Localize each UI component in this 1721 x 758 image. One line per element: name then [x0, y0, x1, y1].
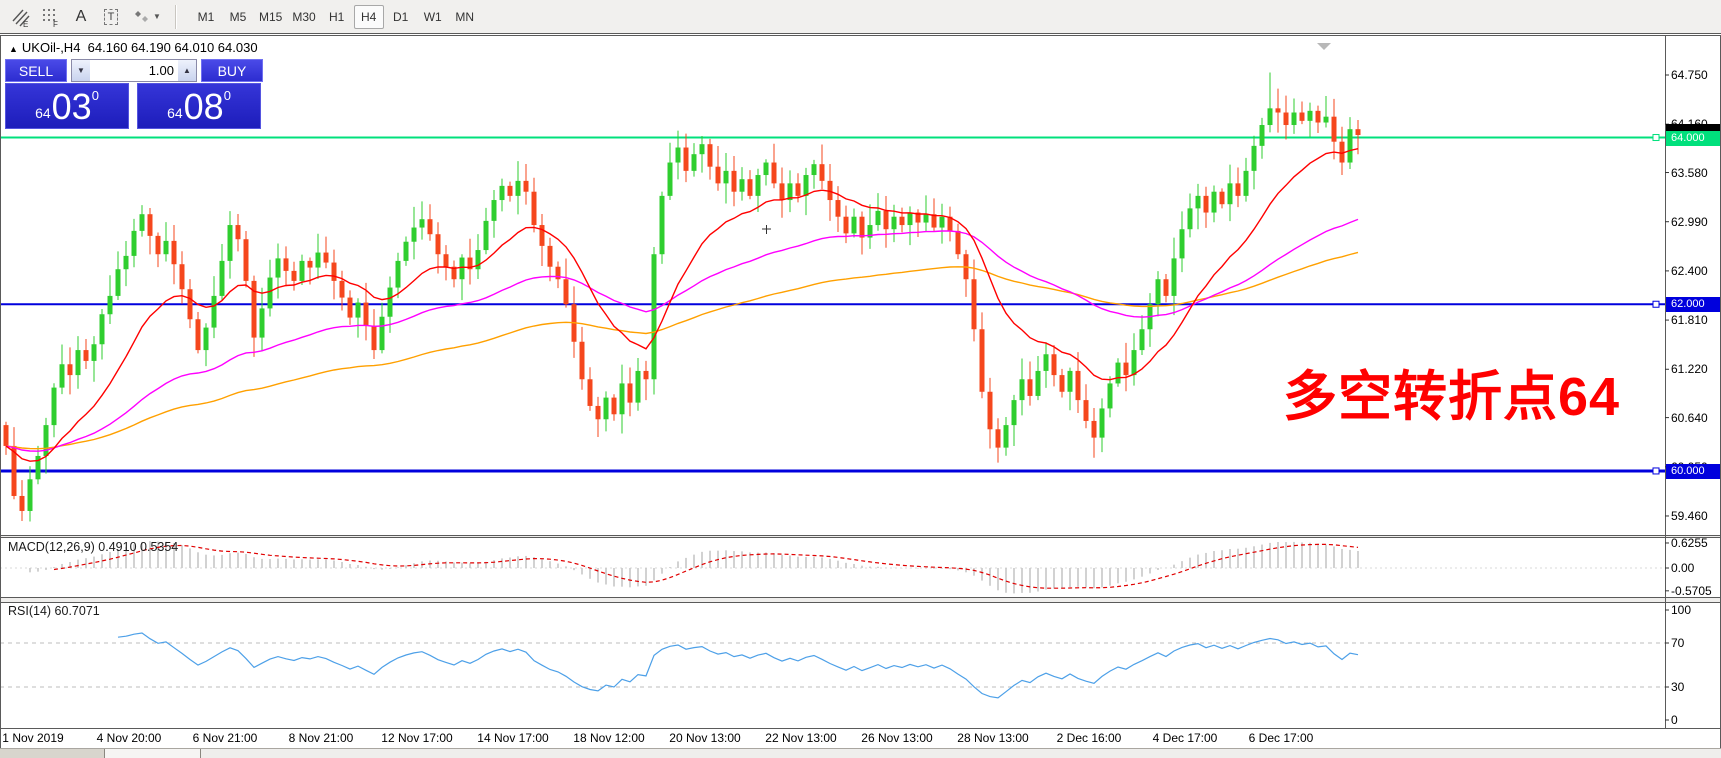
price-tick-61.220: 61.220 — [1671, 362, 1708, 377]
time-tick: 6 Nov 21:00 — [192, 731, 258, 745]
text-box-tool-icon[interactable]: T — [97, 4, 125, 30]
price-tick-63.580: 63.580 — [1671, 165, 1708, 180]
one-click-trading-panel: SELL ▼ ▲ BUY 64 03 0 64 08 0 — [5, 59, 263, 129]
volume-decrease-button[interactable]: ▼ — [72, 60, 90, 81]
buy-button[interactable]: BUY — [201, 59, 263, 82]
time-tick: 26 Nov 13:00 — [861, 731, 933, 745]
price-tick-62.400: 62.400 — [1671, 263, 1708, 278]
volume-increase-button[interactable]: ▲ — [178, 60, 196, 81]
timeframe-m15[interactable]: M15 — [255, 5, 286, 29]
chart-text-annotation[interactable]: 多空转折点64 — [1283, 352, 1620, 431]
mt4-window: E F A T ▼ M1 M5 M15 M30 H1 H4 D1 W1 MN ▲ UKOil-,H… — [0, 0, 1721, 758]
macd-tick-low: -0.5705 — [1671, 583, 1712, 598]
text-label-tool-icon[interactable]: A — [67, 4, 95, 30]
sell-button[interactable]: SELL — [5, 59, 67, 82]
toolbar: E F A T ▼ M1 M5 M15 M30 H1 H4 D1 W1 MN — [0, 0, 1721, 34]
hline-price-tag-64.000: 64.000 — [1666, 130, 1720, 146]
rsi-label: RSI(14) 60.7071 — [8, 604, 100, 618]
time-axis[interactable]: 1 Nov 2019 4 Nov 20:00 6 Nov 21:00 8 Nov 21… — [0, 728, 1665, 748]
sell-price-main: 03 — [51, 86, 92, 127]
ohlc-values: 64.160 64.190 64.010 64.030 — [87, 40, 258, 55]
chevron-down-icon: ▼ — [153, 12, 161, 21]
buy-price-box[interactable]: 64 08 0 — [137, 83, 261, 129]
price-tick-64.750: 64.750 — [1671, 68, 1708, 82]
time-tick: 18 Nov 12:00 — [573, 731, 645, 745]
text-box-glyph: T — [103, 8, 119, 25]
svg-text:E: E — [23, 20, 28, 28]
chart-title: ▲ UKOil-,H4 64.160 64.190 64.010 64.030 — [9, 40, 258, 55]
toolbar-separator — [175, 4, 177, 29]
fibonacci-grid-tool-icon[interactable]: F — [37, 4, 65, 30]
sell-price-box[interactable]: 64 03 0 — [5, 83, 129, 129]
rsi-tick-0: 0 — [1671, 713, 1678, 727]
time-tick: 2 Dec 16:00 — [1056, 731, 1122, 745]
status-strip-segment-1 — [0, 749, 105, 758]
timeframe-m1[interactable]: M1 — [191, 5, 221, 29]
buy-price-sup: 0 — [223, 88, 231, 103]
price-tick-62.990: 62.990 — [1671, 214, 1708, 229]
time-tick: 1 Nov 2019 — [2, 731, 64, 745]
macd-tick-zero: 0.00 — [1671, 561, 1695, 575]
buy-price-prefix: 64 — [167, 105, 183, 121]
rsi-tick-70: 70 — [1671, 636, 1685, 650]
status-strip — [0, 748, 1721, 758]
time-tick: 28 Nov 13:00 — [957, 731, 1029, 745]
time-tick: 4 Dec 17:00 — [1152, 731, 1218, 745]
time-tick: 4 Nov 20:00 — [96, 731, 162, 745]
elliott-wave-tool-icon[interactable]: E — [7, 4, 35, 30]
symbol-up-triangle-icon: ▲ — [9, 44, 18, 54]
timeframe-mn[interactable]: MN — [450, 5, 480, 29]
time-tick: 6 Dec 17:00 — [1248, 731, 1314, 745]
timeframe-buttons: M1 M5 M15 M30 H1 H4 D1 W1 MN — [184, 4, 481, 29]
price-axis[interactable]: 64.75064.16063.58062.99062.40061.81061.2… — [1666, 35, 1721, 748]
time-tick: 14 Nov 17:00 — [477, 731, 549, 745]
hline-price-tag-62.000: 62.000 — [1666, 297, 1720, 313]
price-tick-59.460: 59.460 — [1671, 508, 1708, 523]
macd-label: MACD(12,26,9) 0.4910 0.5354 — [8, 540, 179, 554]
symbol-name: UKOil-,H4 — [21, 40, 81, 55]
sell-price-prefix: 64 — [35, 105, 51, 121]
svg-text:F: F — [53, 20, 58, 28]
volume-input[interactable] — [90, 60, 178, 81]
timeframe-w1[interactable]: W1 — [418, 5, 448, 29]
time-tick: 8 Nov 21:00 — [288, 731, 354, 745]
price-tick-61.810: 61.810 — [1671, 313, 1708, 328]
timeframe-h1[interactable]: H1 — [322, 5, 352, 29]
time-tick: 12 Nov 17:00 — [381, 731, 453, 745]
time-tick: 22 Nov 13:00 — [765, 731, 837, 745]
timeframe-m5[interactable]: M5 — [223, 5, 253, 29]
time-tick: 20 Nov 13:00 — [669, 731, 741, 745]
buy-price-main: 08 — [183, 86, 224, 127]
macd-tick-high: 0.6255 — [1671, 535, 1708, 550]
timeframe-d1[interactable]: D1 — [386, 5, 416, 29]
status-strip-segment-2 — [105, 749, 201, 758]
drawing-tools-group: E F A T ▼ — [0, 4, 168, 30]
timeframe-m30[interactable]: M30 — [288, 5, 319, 29]
rsi-tick-30: 30 — [1671, 680, 1685, 694]
hline-price-tag-60.000: 60.000 — [1666, 463, 1720, 479]
rsi-tick-100: 100 — [1671, 603, 1692, 617]
sell-price-sup: 0 — [91, 88, 99, 103]
arrows-shapes-tool-icon[interactable]: ▼ — [127, 4, 167, 30]
volume-spinner: ▼ ▲ — [71, 59, 197, 82]
price-tick-60.640: 60.640 — [1671, 410, 1708, 425]
timeframe-h4[interactable]: H4 — [353, 4, 384, 29]
